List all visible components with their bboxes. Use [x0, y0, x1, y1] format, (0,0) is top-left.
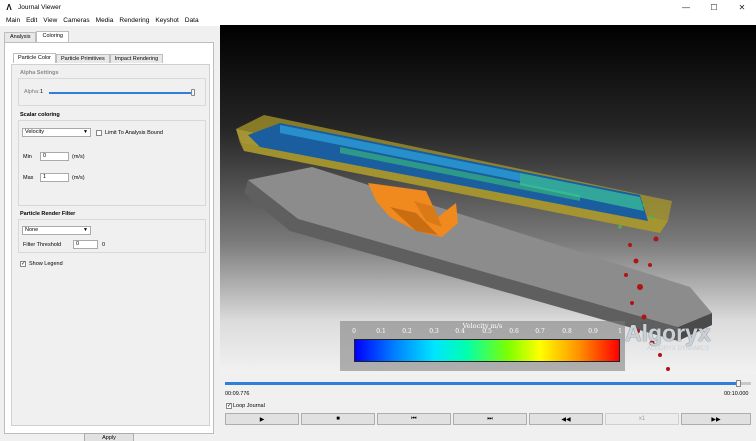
legend-tick: 0.4 — [455, 328, 465, 335]
filter-select-value: None — [25, 227, 39, 233]
filter-threshold-suffix: 0 — [102, 242, 106, 248]
scalar-select-value: Velocity — [25, 129, 44, 135]
fast-forward-icon: ▶▶ — [711, 416, 721, 423]
max-label: Max — [23, 175, 34, 181]
menu-edit[interactable]: Edit — [23, 17, 40, 24]
skip-to-start-button[interactable]: ⏮ — [377, 413, 451, 425]
legend-tick: 0.8 — [562, 328, 572, 335]
subtab-impact-rendering[interactable]: Impact Rendering — [109, 54, 164, 63]
scalar-coloring-title: Scalar coloring — [20, 112, 60, 118]
max-field[interactable]: 1 — [40, 173, 69, 182]
filter-threshold-label: Filter Threshold — [23, 242, 62, 248]
timeline-progress — [225, 382, 740, 385]
speed-button[interactable]: x1 — [605, 413, 679, 425]
menu-rendering[interactable]: Rendering — [116, 17, 152, 24]
legend-tick: 0 — [352, 328, 356, 335]
legend-tick: 0.3 — [429, 328, 439, 335]
show-legend-checkbox[interactable]: ✓ — [20, 261, 26, 267]
main-tabs: Analysis Coloring — [4, 31, 69, 42]
subtab-particle-primitives[interactable]: Particle Primitives — [56, 54, 110, 63]
close-icon[interactable]: ✕ — [728, 0, 756, 14]
chevron-down-icon: ▼ — [83, 129, 88, 135]
alpha-slider[interactable] — [49, 92, 192, 94]
rewind-icon: ◀◀ — [561, 416, 571, 423]
menu-data[interactable]: Data — [182, 17, 202, 24]
tab-coloring[interactable]: Coloring — [36, 31, 69, 42]
play-button[interactable]: ▶ — [225, 413, 299, 425]
limit-to-bound-checkbox[interactable] — [96, 130, 102, 136]
alpha-settings-group: Alpha: 1 — [18, 78, 206, 106]
max-unit: (m/s) — [72, 175, 85, 181]
menu-media[interactable]: Media — [93, 17, 117, 24]
rewind-button[interactable]: ◀◀ — [529, 413, 603, 425]
simulation-viewport[interactable]: Velocity m/s 0 0.1 0.2 0.3 0.4 0.5 0.6 0… — [220, 25, 756, 374]
skip-end-icon: ⏭ — [487, 415, 493, 422]
menu-keyshot[interactable]: Keyshot — [152, 17, 182, 24]
tab-analysis[interactable]: Analysis — [4, 32, 37, 42]
window-title: Journal Viewer — [18, 3, 61, 11]
menu-view[interactable]: View — [40, 17, 60, 24]
legend-tick: 0.7 — [535, 328, 545, 335]
brand-logo: Algoryx — [625, 320, 711, 346]
end-time: 00:10.000 — [724, 391, 749, 397]
skip-start-icon: ⏮ — [411, 415, 417, 422]
play-icon: ▶ — [259, 416, 265, 423]
legend-tick: 0.2 — [402, 328, 412, 335]
legend-tick: 0.1 — [376, 328, 386, 335]
stop-button[interactable]: ■ — [301, 413, 375, 425]
timeline-handle[interactable] — [736, 380, 742, 387]
filter-select[interactable]: None ▼ — [22, 226, 91, 235]
playback-timeline[interactable] — [225, 380, 751, 387]
render-filter-group: None ▼ Filter Threshold 0 0 — [18, 219, 206, 253]
legend-tick: 0.6 — [509, 328, 519, 335]
menu-cameras[interactable]: Cameras — [60, 17, 92, 24]
legend-tick: 0.5 — [482, 328, 492, 335]
brand-watermark: Algoryx ALGORYX DYNAMICS — [625, 320, 711, 352]
fast-forward-button[interactable]: ▶▶ — [681, 413, 751, 425]
render-filter-title: Particle Render Filter — [20, 211, 76, 217]
brand-subtitle: ALGORYX DYNAMICS — [647, 346, 710, 352]
settings-panel: Analysis Coloring Particle Color Particl… — [0, 27, 218, 441]
loop-journal-label: Loop Journal — [233, 403, 265, 409]
scalar-select[interactable]: Velocity ▼ — [22, 128, 91, 137]
window-controls: — ☐ ✕ — [672, 0, 756, 14]
subtab-particle-color[interactable]: Particle Color — [13, 53, 57, 63]
show-legend-label: Show Legend — [29, 261, 63, 267]
title-bar: Λ Journal Viewer — ☐ ✕ — [0, 0, 756, 14]
legend-tick: 1 — [618, 328, 622, 335]
alpha-settings-title: Alpha Settings — [20, 70, 59, 76]
apply-button[interactable]: Apply — [84, 433, 134, 441]
alpha-value: 1 — [40, 89, 44, 95]
legend-tick: 0.9 — [588, 328, 598, 335]
skip-to-end-button[interactable]: ⏭ — [453, 413, 527, 425]
scalar-coloring-group: Velocity ▼ Limit To Analysis Bound Min 0… — [18, 120, 206, 206]
loop-journal-checkbox[interactable]: ✓ — [226, 403, 232, 409]
minimize-icon[interactable]: — — [672, 0, 700, 14]
velocity-legend: Velocity m/s 0 0.1 0.2 0.3 0.4 0.5 0.6 0… — [340, 321, 625, 371]
filter-threshold-field[interactable]: 0 — [73, 240, 98, 249]
current-time: 00:09.776 — [225, 391, 250, 397]
chevron-down-icon: ▼ — [83, 227, 88, 233]
speed-label: x1 — [638, 416, 646, 422]
min-field[interactable]: 0 — [40, 152, 69, 161]
menu-main[interactable]: Main — [3, 17, 23, 24]
stop-icon: ■ — [336, 416, 340, 422]
min-label: Min — [23, 154, 32, 160]
alpha-label: Alpha: — [24, 89, 40, 95]
legend-color-bar — [354, 339, 620, 362]
min-unit: (m/s) — [72, 154, 85, 160]
app-logo-icon: Λ — [6, 2, 12, 12]
maximize-icon[interactable]: ☐ — [700, 0, 728, 14]
limit-to-bound-label: Limit To Analysis Bound — [105, 130, 163, 136]
particle-color-panel: Alpha Settings Alpha: 1 Scalar coloring … — [11, 64, 210, 441]
coloring-subtabs: Particle Color Particle Primitives Impac… — [13, 53, 164, 63]
alpha-slider-handle[interactable] — [191, 89, 195, 96]
